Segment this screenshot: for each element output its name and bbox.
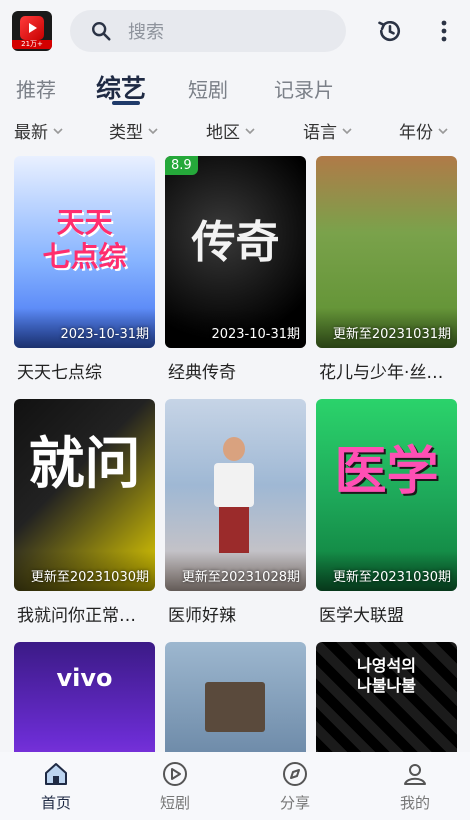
filter-label: 语言 <box>303 123 337 143</box>
video-card[interactable]: 天天 七点综 2023-10-31期 天天七点综 <box>14 156 155 383</box>
filter-label: 地区 <box>206 123 240 143</box>
nav-label: 首页 <box>40 793 71 812</box>
play-circle-icon <box>163 761 187 786</box>
poster: 更新至20231028期 <box>165 399 306 591</box>
history-icon[interactable] <box>376 17 404 45</box>
nav-label: 分享 <box>279 793 310 812</box>
card-title: 我就问你正常… <box>17 606 136 626</box>
video-card[interactable]: 更新至20231031期 花儿与少年·丝… <box>316 156 457 383</box>
chevron-down-icon <box>438 127 448 134</box>
nav-label: 我的 <box>399 793 430 812</box>
tab-indicator <box>112 101 140 105</box>
top-bar: 21万+ 搜索 <box>0 0 470 62</box>
video-card[interactable]: 就问 更新至20231030期 我就问你正常… <box>14 399 155 626</box>
nav-label: 短剧 <box>159 793 190 812</box>
category-tabs: 推荐 综艺 短剧 记录片 <box>0 64 470 108</box>
tab-recommend[interactable]: 推荐 <box>16 74 56 103</box>
filter-bar: 最新 类型 地区 语言 年份 <box>0 118 470 148</box>
chevron-down-icon <box>148 127 158 134</box>
filter-label: 年份 <box>399 123 433 143</box>
rating-badge: 8.9 <box>165 156 198 175</box>
poster: 天天 七点综 2023-10-31期 <box>14 156 155 348</box>
more-vertical-icon[interactable] <box>432 17 456 45</box>
episode-badge: 2023-10-31期 <box>211 327 300 342</box>
tab-short-drama[interactable]: 短剧 <box>188 74 228 103</box>
episode-badge: 更新至20231030期 <box>332 570 451 585</box>
card-title: 天天七点综 <box>17 363 102 383</box>
nav-mine[interactable]: 我的 <box>375 752 455 820</box>
chevron-down-icon <box>245 127 255 134</box>
play-logo-icon <box>20 16 44 40</box>
episode-badge: 更新至20231028期 <box>181 570 300 585</box>
poster: 传奇 8.9 2023-10-31期 <box>165 156 306 348</box>
search-placeholder: 搜索 <box>128 22 164 43</box>
poster-title-art: 就问 <box>28 432 141 497</box>
poster: 就问 更新至20231030期 <box>14 399 155 591</box>
episode-badge: 2023-10-31期 <box>60 327 149 342</box>
poster: 医学 更新至20231030期 <box>316 399 457 591</box>
nav-short-drama[interactable]: 短剧 <box>135 752 215 820</box>
filter-year[interactable]: 年份 <box>399 118 449 143</box>
filter-label: 类型 <box>109 123 143 143</box>
card-title: 花儿与少年·丝… <box>319 363 444 383</box>
poster-title-art: 医学 <box>334 442 439 502</box>
app-logo[interactable]: 21万+ <box>12 11 52 51</box>
house-illustration <box>205 682 265 732</box>
home-icon <box>45 762 67 785</box>
filter-region[interactable]: 地区 <box>206 118 256 143</box>
poster-title-art: 天天 七点综 <box>42 206 127 273</box>
poster-title-art: vivo <box>56 664 113 692</box>
card-title: 经典传奇 <box>168 363 236 383</box>
video-card[interactable]: 医学 更新至20231030期 医学大联盟 <box>316 399 457 626</box>
video-card[interactable]: 更新至20231028期 医师好辣 <box>165 399 306 626</box>
search-icon <box>92 22 111 41</box>
nav-share[interactable]: 分享 <box>255 752 335 820</box>
poster-title-art: 传奇 <box>191 217 280 268</box>
search-input[interactable]: 搜索 <box>70 10 346 52</box>
filter-language[interactable]: 语言 <box>303 118 353 143</box>
episode-badge: 更新至20231031期 <box>332 327 451 342</box>
user-icon <box>404 763 426 785</box>
card-title: 医师好辣 <box>168 606 236 626</box>
host-figure <box>213 437 255 557</box>
video-card[interactable]: 传奇 8.9 2023-10-31期 经典传奇 <box>165 156 306 383</box>
chevron-down-icon <box>53 127 63 134</box>
filter-latest[interactable]: 最新 <box>14 118 64 143</box>
poster: 更新至20231031期 <box>316 156 457 348</box>
card-title: 医学大联盟 <box>319 606 404 626</box>
nav-home[interactable]: 首页 <box>16 752 96 820</box>
bottom-nav: 首页 短剧 分享 我的 <box>0 752 470 820</box>
app-logo-text: 21万+ <box>12 40 52 49</box>
compass-icon <box>283 761 307 786</box>
tab-variety[interactable]: 综艺 <box>96 69 146 105</box>
poster-title-art: 나영석의 나불나불 <box>357 656 416 695</box>
tab-documentary[interactable]: 记录片 <box>274 74 334 103</box>
episode-badge: 更新至20231030期 <box>30 570 149 585</box>
filter-type[interactable]: 类型 <box>109 118 159 143</box>
chevron-down-icon <box>342 127 352 134</box>
filter-label: 最新 <box>14 123 48 143</box>
